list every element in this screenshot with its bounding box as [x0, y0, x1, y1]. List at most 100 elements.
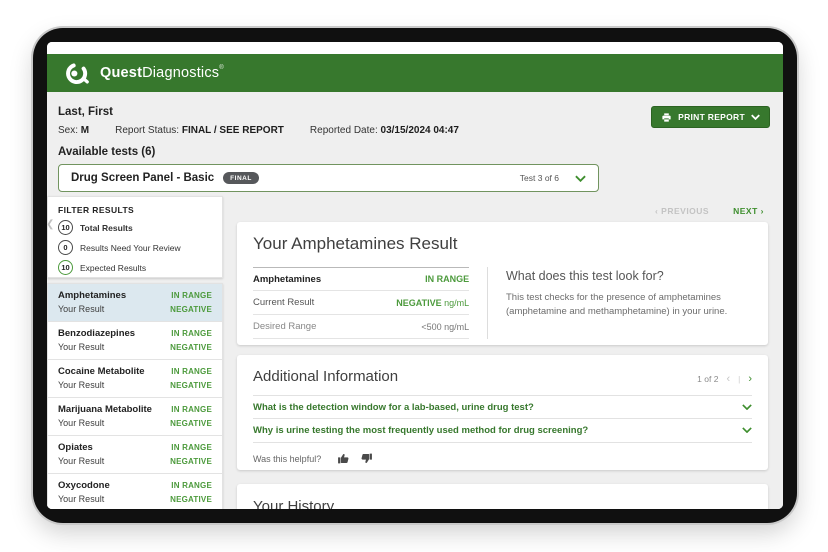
list-item-benzodiazepines[interactable]: BenzodiazepinesIN RANGE Your ResultNEGAT… [48, 322, 222, 360]
registered-mark: ® [219, 65, 224, 71]
result-value: NEGATIVE [170, 343, 212, 352]
amphetamines-result-card: Your Amphetamines Result Amphetamines IN… [237, 222, 768, 345]
results-sidebar: ❮ FILTER RESULTS 10 Total Results 0 Resu… [47, 196, 223, 509]
vertical-divider [487, 267, 488, 339]
chevron-down-icon[interactable] [742, 427, 752, 433]
selected-test-name: Drug Screen Panel - Basic [71, 172, 214, 184]
sidebar-collapse-icon[interactable]: ❮ [47, 219, 54, 230]
brand-name: QuestDiagnostics® [100, 65, 224, 81]
row-value: IN RANGE [425, 274, 469, 284]
next-label: NEXT [733, 206, 758, 216]
screen-top-margin [47, 42, 783, 54]
result-label: Your Result [58, 304, 104, 314]
list-item-amphetamines[interactable]: Amphetamines IN RANGE Your Result NEGATIVE [48, 284, 222, 322]
final-status-badge: FINAL [223, 172, 259, 184]
print-report-button[interactable]: PRINT REPORT [651, 106, 770, 128]
list-item-cocaine-metabolite[interactable]: Cocaine Metabolite IN RANGE Your Result NE… [48, 360, 222, 398]
row-label: Desired Range [253, 321, 316, 332]
report-status-value: FINAL / SEE REPORT [182, 125, 284, 136]
total-results-count: 10 [58, 220, 73, 235]
next-test-button[interactable]: NEXT › [733, 206, 764, 216]
expected-results-count: 10 [58, 260, 73, 275]
chevron-right-icon: › [761, 206, 764, 216]
range-status: IN RANGE [171, 405, 212, 414]
row-label: Current Result [253, 297, 314, 308]
tablet-frame: QuestDiagnostics® Last, First Sex: M Rep… [33, 28, 797, 523]
filter-label: Total Results [80, 223, 133, 233]
result-value: NEGATIVE [170, 419, 212, 428]
chevron-down-icon[interactable] [742, 404, 752, 410]
table-row-desired-range: Desired Range <500 ng/mL [253, 315, 469, 339]
result-value: NEGATIVE [170, 381, 212, 390]
sex-value: M [81, 125, 89, 136]
additional-information-card: Additional Information 1 of 2 ‹ | › What… [237, 355, 768, 470]
filter-label: Expected Results [80, 263, 146, 273]
list-item-marijuana-metabolite[interactable]: Marijuana MetaboliteIN RANGE Your Result… [48, 398, 222, 436]
results-page: QuestDiagnostics® Last, First Sex: M Rep… [47, 42, 783, 509]
test-name: Opiates [58, 442, 93, 453]
filter-expected-results[interactable]: 10 Expected Results [58, 260, 212, 275]
table-row-current-result: Current Result NEGATIVE ng/mL [253, 291, 469, 315]
test-selector-dropdown[interactable]: Drug Screen Panel - Basic FINAL Test 3 o… [58, 164, 599, 192]
result-value: NEGATIVE [396, 298, 441, 308]
list-item-opiates[interactable]: OpiatesIN RANGE Your ResultNEGATIVE [48, 436, 222, 474]
faq-question-detection-window[interactable]: What is the detection window for a lab-b… [253, 395, 752, 418]
thumbs-down-icon[interactable] [360, 452, 373, 465]
row-value: NEGATIVE ng/mL [396, 298, 469, 308]
filter-total-results[interactable]: 10 Total Results [58, 220, 212, 235]
pagination-separator: | [738, 374, 740, 384]
helpful-label: Was this helpful? [253, 454, 321, 464]
screen: QuestDiagnostics® Last, First Sex: M Rep… [47, 42, 783, 509]
faq-question-text: What is the detection window for a lab-b… [253, 402, 534, 413]
test-name: Amphetamines [58, 290, 126, 301]
test-name: Marijuana Metabolite [58, 404, 152, 415]
filter-results-heading: FILTER RESULTS [58, 205, 212, 215]
result-label: Your Result [58, 380, 104, 390]
available-tests-heading: Available tests (6) [58, 146, 771, 158]
sex-label: Sex: [58, 125, 78, 136]
result-unit: ng/mL [442, 298, 470, 308]
range-status: IN RANGE [171, 329, 212, 338]
row-label: Amphetamines [253, 274, 321, 285]
range-status: IN RANGE [171, 367, 212, 376]
chevron-down-icon [575, 175, 586, 182]
result-table: Amphetamines IN RANGE Current Result NEG… [253, 267, 469, 339]
main-content: ‹ PREVIOUS NEXT › Your Amphetamines Resu… [237, 203, 768, 509]
history-card-title: Your History [253, 498, 752, 509]
brand-name-light: Diagnostics [142, 65, 219, 81]
result-value: NEGATIVE [170, 457, 212, 466]
faq-pagination: 1 of 2 ‹ | › [697, 373, 752, 385]
report-status: Report Status: FINAL / SEE REPORT [115, 125, 284, 136]
faq-question-urine-testing[interactable]: Why is urine testing the most frequently… [253, 418, 752, 441]
pagination-prev-icon[interactable]: ‹ [726, 373, 730, 385]
filter-need-review[interactable]: 0 Results Need Your Review [58, 240, 212, 255]
result-label: Your Result [58, 456, 104, 466]
chevron-down-icon [751, 114, 760, 120]
filter-label: Results Need Your Review [80, 243, 181, 253]
brand-name-bold: Quest [100, 65, 142, 81]
result-label: Your Result [58, 494, 104, 504]
faq-question-text: Why is urine testing the most frequently… [253, 425, 588, 436]
filter-results-panel: ❮ FILTER RESULTS 10 Total Results 0 Resu… [47, 196, 223, 278]
thumbs-up-icon[interactable] [337, 452, 350, 465]
table-row-test: Amphetamines IN RANGE [253, 267, 469, 291]
range-status: IN RANGE [425, 274, 469, 284]
test-info-column: What does this test look for? This test … [506, 267, 752, 339]
result-value: NEGATIVE [170, 305, 212, 314]
range-status: IN RANGE [171, 291, 212, 300]
result-value: NEGATIVE [170, 495, 212, 504]
test-info-body: This test checks for the presence of amp… [506, 291, 752, 319]
test-name: Cocaine Metabolite [58, 366, 145, 377]
previous-test-button[interactable]: ‹ PREVIOUS [655, 206, 709, 216]
results-list: Amphetamines IN RANGE Your Result NEGATIVE… [47, 283, 223, 509]
page-indicator: 1 of 2 [697, 374, 718, 384]
pagination-next-icon[interactable]: › [748, 373, 752, 385]
chevron-left-icon: ‹ [655, 206, 658, 216]
reported-date: Reported Date: 03/15/2024 04:47 [310, 125, 459, 136]
need-review-count: 0 [58, 240, 73, 255]
test-navigation: ‹ PREVIOUS NEXT › [237, 203, 768, 218]
test-info-title: What does this test look for? [506, 269, 752, 283]
list-item-oxycodone[interactable]: OxycodoneIN RANGE Your ResultNEGATIVE [48, 474, 222, 509]
your-history-card: Your History [237, 484, 768, 509]
result-label: Your Result [58, 342, 104, 352]
